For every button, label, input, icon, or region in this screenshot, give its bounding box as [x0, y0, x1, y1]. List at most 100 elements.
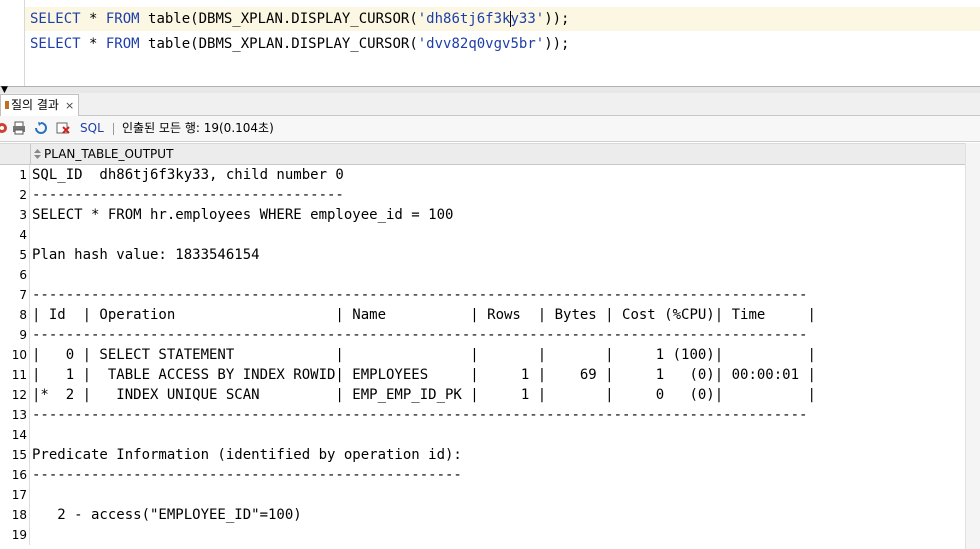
row-number: 3 — [19, 208, 27, 222]
table-row[interactable]: 19 — [0, 525, 966, 545]
table-row[interactable]: 16 --------------------------------------… — [0, 465, 966, 485]
sql-editor[interactable]: SELECT * FROM table(DBMS_XPLAN.DISPLAY_C… — [0, 0, 980, 86]
code-text: )); — [544, 11, 570, 27]
table-row[interactable]: 1 SQL_ID dh86tj6f3ky33, child number 0 — [0, 165, 966, 185]
plan-output-cell[interactable]: Plan hash value: 1833546154 — [32, 245, 260, 265]
plan-output-cell[interactable]: ----------------------------------------… — [32, 285, 807, 305]
table-row[interactable]: 5 Plan hash value: 1833546154 — [0, 245, 966, 265]
plan-output-cell[interactable]: ----------------------------------------… — [32, 465, 462, 485]
result-grid: PLAN_TABLE_OUTPUT 1 SQL_ID dh86tj6f3ky33,… — [0, 143, 980, 549]
row-divider — [29, 285, 30, 305]
pin-icon[interactable] — [0, 121, 10, 135]
code-text: )); — [544, 36, 570, 52]
string-literal: 'dh86tj6f3k — [417, 11, 511, 27]
table-row[interactable]: 8 | Id | Operation | Name | Rows | Bytes … — [0, 305, 966, 325]
row-divider — [29, 385, 30, 405]
plan-output-cell[interactable]: Predicate Information (identified by ope… — [32, 445, 462, 465]
plan-output-cell[interactable]: | Id | Operation | Name | Rows | Bytes |… — [32, 305, 816, 325]
tab-label: 질의 결과 — [11, 98, 59, 112]
table-row[interactable]: 15 Predicate Information (identified by o… — [0, 445, 966, 465]
column-header-plan-table-output[interactable]: PLAN_TABLE_OUTPUT — [34, 144, 173, 164]
table-row[interactable]: 12 |* 2 | INDEX UNIQUE SCAN | EMP_EMP_ID_… — [0, 385, 966, 405]
code-text: * — [80, 11, 106, 27]
table-row[interactable]: 9 ---------------------------------------… — [0, 325, 966, 345]
string-literal: y33' — [510, 11, 545, 27]
plan-output-cell[interactable]: SELECT * FROM hr.employees WHERE employe… — [32, 205, 453, 225]
row-divider — [29, 465, 30, 485]
keyword: FROM — [105, 36, 140, 52]
keyword: SELECT — [30, 11, 81, 27]
plan-output-cell[interactable]: SQL_ID dh86tj6f3ky33, child number 0 — [32, 165, 344, 185]
table-row[interactable]: 13 --------------------------------------… — [0, 405, 966, 425]
row-divider — [29, 245, 30, 265]
table-row[interactable]: 17 — [0, 485, 966, 505]
row-divider — [29, 225, 30, 245]
row-divider — [29, 265, 30, 285]
plan-output-cell[interactable]: |* 2 | INDEX UNIQUE SCAN | EMP_EMP_ID_PK… — [32, 385, 816, 405]
string-literal: 'dvv82q0vgv5br' — [417, 36, 545, 52]
row-number: 7 — [19, 288, 27, 302]
table-row[interactable]: 2 ------------------------------------- — [0, 185, 966, 205]
keyword: FROM — [105, 11, 140, 27]
table-row[interactable]: 14 — [0, 425, 966, 445]
row-number: 19 — [11, 528, 27, 542]
row-number: 12 — [11, 388, 27, 402]
print-icon[interactable] — [12, 121, 26, 135]
code-text: table(DBMS_XPLAN.DISPLAY_CURSOR( — [139, 36, 418, 52]
table-row[interactable]: 10 | 0 | SELECT STATEMENT | | | | 1 (100)… — [0, 345, 966, 365]
row-divider — [29, 525, 30, 545]
row-number: 17 — [11, 488, 27, 502]
row-divider — [29, 505, 30, 525]
keyword: SELECT — [30, 36, 81, 52]
sort-icon — [34, 149, 41, 159]
plan-output-cell[interactable]: | 0 | SELECT STATEMENT | | | | 1 (100)| … — [32, 345, 816, 365]
plan-output-cell[interactable]: | 1 | TABLE ACCESS BY INDEX ROWID| EMPLO… — [32, 365, 816, 385]
row-number: 11 — [11, 368, 27, 382]
row-number: 16 — [11, 468, 27, 482]
code-text: * — [80, 36, 106, 52]
editor-line-2[interactable]: SELECT * FROM table(DBMS_XPLAN.DISPLAY_C… — [30, 32, 569, 56]
row-divider — [29, 485, 30, 505]
code-text: table(DBMS_XPLAN.DISPLAY_CURSOR( — [139, 11, 418, 27]
plan-output-cell[interactable]: ------------------------------------- — [32, 185, 344, 205]
row-number: 18 — [11, 508, 27, 522]
table-row[interactable]: 4 — [0, 225, 966, 245]
table-row[interactable]: 18 2 - access("EMPLOYEE_ID"=100) — [0, 505, 966, 525]
table-row[interactable]: 3 SELECT * FROM hr.employees WHERE employ… — [0, 205, 966, 225]
vertical-scrollbar[interactable] — [965, 143, 980, 549]
table-row[interactable]: 6 — [0, 265, 966, 285]
row-number-header — [0, 144, 31, 164]
row-divider — [29, 305, 30, 325]
row-divider — [29, 425, 30, 445]
cancel-fetch-icon[interactable] — [56, 121, 70, 135]
row-divider — [29, 345, 30, 365]
row-number: 14 — [11, 428, 27, 442]
table-row[interactable]: 11 | 1 | TABLE ACCESS BY INDEX ROWID| EMP… — [0, 365, 966, 385]
query-result-icon — [5, 101, 9, 109]
plan-output-cell[interactable]: 2 - access("EMPLOYEE_ID"=100) — [32, 505, 301, 525]
results-toolbar: SQL 인출된 모든 행: 19(0.104초) — [0, 116, 980, 142]
row-divider — [29, 325, 30, 345]
refresh-icon[interactable] — [34, 121, 48, 135]
sql-button[interactable]: SQL — [80, 116, 104, 141]
grid-header: PLAN_TABLE_OUTPUT — [0, 143, 966, 165]
plan-output-cell[interactable]: ----------------------------------------… — [32, 325, 807, 345]
close-tab-icon[interactable]: × — [65, 99, 74, 112]
row-number: 5 — [19, 248, 27, 262]
row-divider — [29, 365, 30, 385]
table-row[interactable]: 7 ---------------------------------------… — [0, 285, 966, 305]
row-number: 8 — [19, 308, 27, 322]
tab-query-result[interactable]: 질의 결과 × — [0, 94, 80, 116]
plan-output-cell[interactable]: ----------------------------------------… — [32, 405, 807, 425]
row-number: 6 — [19, 268, 27, 282]
row-divider — [29, 165, 30, 185]
results-tab-bar: 질의 결과 × — [0, 93, 980, 116]
editor-line-1[interactable]: SELECT * FROM table(DBMS_XPLAN.DISPLAY_C… — [25, 7, 980, 31]
row-number: 2 — [19, 188, 27, 202]
toolbar-divider — [113, 123, 114, 135]
row-divider — [29, 445, 30, 465]
row-number: 10 — [11, 348, 27, 362]
row-divider — [29, 185, 30, 205]
row-number: 13 — [11, 408, 27, 422]
row-number: 9 — [19, 328, 27, 342]
